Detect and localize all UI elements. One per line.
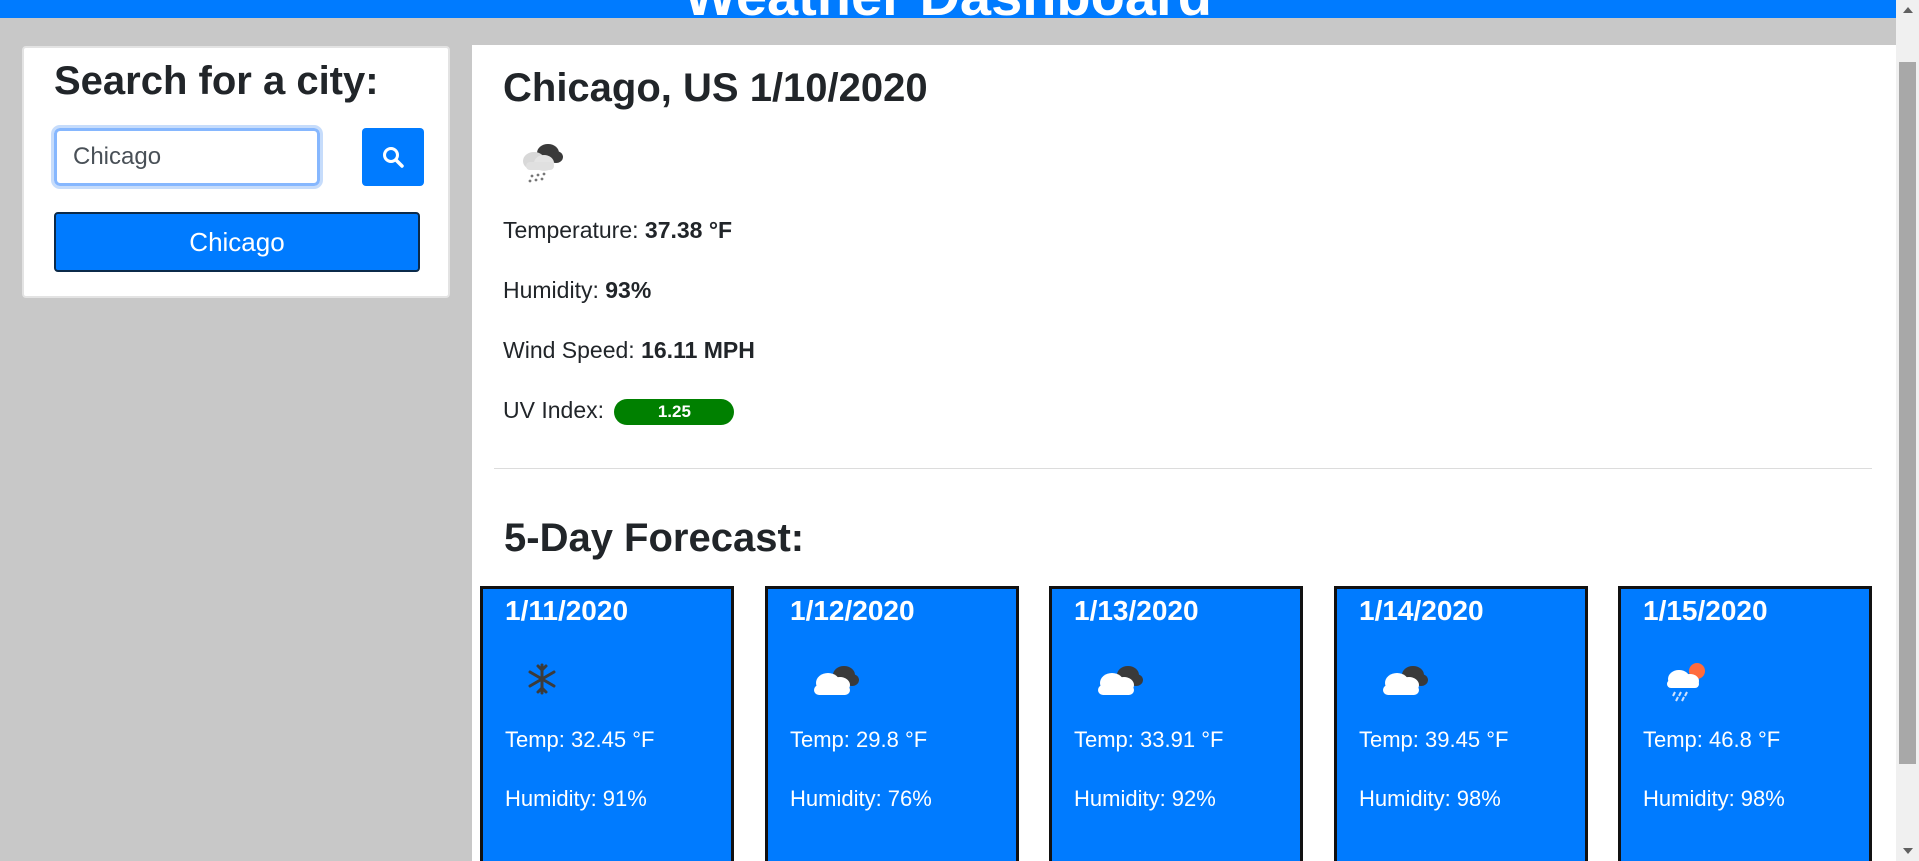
forecast-date: 1/11/2020 — [505, 595, 629, 626]
forecast-temp: Temp: 29.8 °F — [790, 727, 928, 752]
cloud-icon — [814, 666, 859, 695]
forecast-humidity: Humidity: 76% — [790, 786, 932, 811]
forecast-humidity: Humidity: 91% — [505, 786, 647, 811]
forecast-card: 1/13/2020 Temp: 33.91 °F Humidity: 92% — [1049, 586, 1303, 861]
uv-index-stat: UV Index: 1.25 — [503, 395, 735, 425]
uv-index-badge: 1.25 — [614, 398, 735, 425]
forecast-date: 1/15/2020 — [1643, 595, 1768, 626]
scroll-up-arrow-icon[interactable] — [1896, 0, 1919, 20]
page-title: Weather Dashboard — [0, 0, 1896, 18]
humidity-stat: Humidity: 93% — [503, 275, 651, 305]
forecast-humidity: Humidity: 92% — [1074, 786, 1216, 811]
search-title: Search for a city: — [54, 59, 379, 103]
temperature-stat: Temperature: 37.38 °F — [503, 215, 732, 245]
forecast-humidity: Humidity: 98% — [1643, 786, 1785, 811]
vertical-scrollbar[interactable] — [1896, 0, 1919, 861]
scroll-down-arrow-icon[interactable] — [1896, 841, 1919, 861]
forecast-temp: Temp: 46.8 °F — [1643, 727, 1781, 752]
rain-sun-cloud-icon — [1667, 663, 1705, 702]
wind-speed-label: Wind Speed: — [503, 337, 642, 363]
forecast-date: 1/13/2020 — [1074, 595, 1199, 626]
scrollbar-thumb[interactable] — [1899, 62, 1916, 764]
forecast-card: 1/11/2020 Temp: 32.45 °F Humidity: 91% — [480, 586, 734, 861]
current-city-title: Chicago, US 1/10/2020 — [503, 66, 928, 110]
search-icon — [383, 147, 404, 168]
humidity-label: Humidity: — [503, 277, 606, 303]
cloud-icon — [1383, 666, 1428, 695]
temperature-label: Temperature: — [503, 217, 645, 243]
search-panel: Search for a city: Chicago — [22, 46, 450, 298]
wind-speed-value: 16.11 MPH — [641, 337, 755, 363]
forecast-temp: Temp: 33.91 °F — [1074, 727, 1224, 752]
forecast-humidity: Humidity: 98% — [1359, 786, 1501, 811]
forecast-card: 1/14/2020 Temp: 39.45 °F Humidity: 98% — [1334, 586, 1588, 861]
humidity-value: 93% — [605, 277, 652, 303]
uv-index-label: UV Index: — [503, 397, 611, 423]
history-city-button[interactable]: Chicago — [54, 212, 420, 272]
forecast-card: 1/12/2020 Temp: 29.8 °F Humidity: 76% — [765, 586, 1019, 861]
weather-main-panel: Chicago, US 1/10/2020 Temperature: 37.38… — [472, 45, 1896, 861]
forecast-title: 5-Day Forecast: — [504, 516, 805, 560]
forecast-temp: Temp: 32.45 °F — [505, 727, 655, 752]
forecast-date: 1/12/2020 — [790, 595, 915, 626]
temperature-value: 37.38 °F — [644, 217, 733, 243]
forecast-card: 1/15/2020 Temp: 46.8 °F Humidity: 98% — [1618, 586, 1872, 861]
search-button[interactable] — [362, 128, 424, 186]
snow-cloud-icon — [523, 144, 563, 183]
forecast-date: 1/14/2020 — [1359, 595, 1484, 626]
forecast-temp: Temp: 39.45 °F — [1359, 727, 1509, 752]
wind-speed-stat: Wind Speed: 16.11 MPH — [503, 335, 755, 365]
city-search-input[interactable] — [51, 125, 323, 189]
cloud-icon — [1098, 666, 1143, 695]
header-bar: Weather Dashboard — [0, 0, 1896, 18]
section-divider — [494, 468, 1872, 469]
snowflake-icon — [528, 663, 556, 695]
